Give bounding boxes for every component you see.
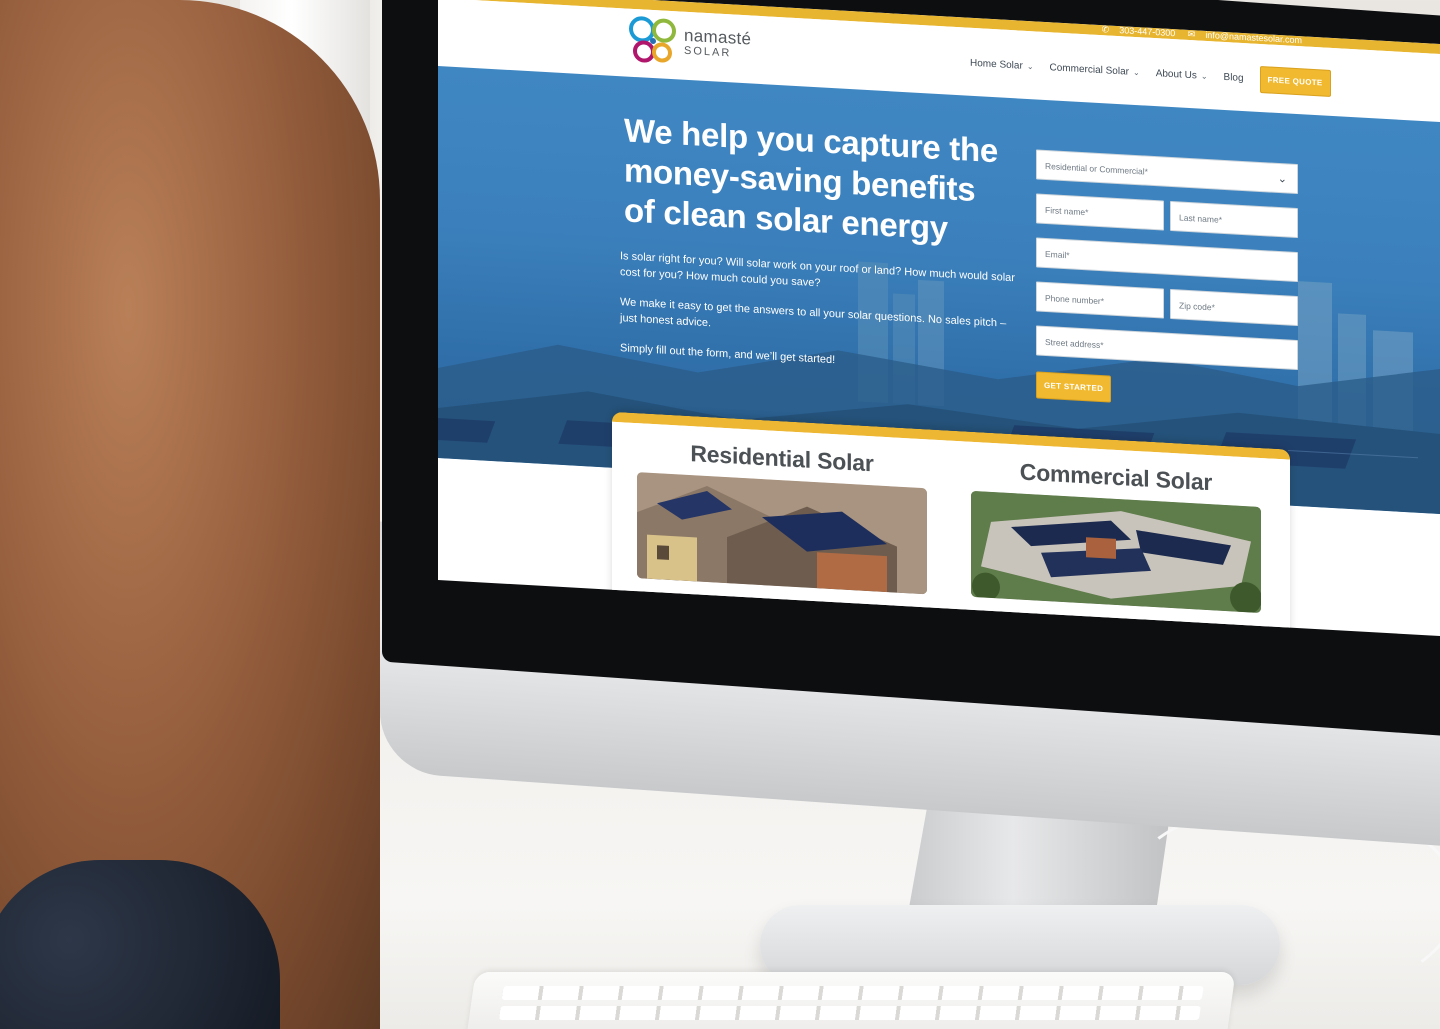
nav-label: Blog (1223, 71, 1244, 84)
envelope-icon: ✉ (1187, 28, 1196, 40)
logo-butterfly-icon (629, 16, 676, 63)
quote-form: Residential or Commercial* ⌄ First name*… (1036, 149, 1298, 403)
nav-label: Commercial Solar (1049, 61, 1129, 78)
customer-type-select[interactable]: Residential or Commercial* ⌄ (1036, 149, 1298, 195)
first-name-field[interactable]: First name* (1036, 193, 1164, 231)
chevron-down-icon: ⌄ (1132, 67, 1140, 77)
logo-subtext: SOLAR (684, 44, 732, 60)
chevron-down-icon: ⌄ (1026, 61, 1034, 71)
keyboard-row (501, 986, 1204, 1000)
commercial-photo-art (971, 490, 1261, 614)
keyboard (464, 972, 1236, 1029)
residential-solar-card[interactable]: Residential Solar (632, 437, 932, 595)
hero-title: We help you capture the money-saving ben… (624, 111, 998, 247)
residential-rooftop-photo (637, 472, 927, 595)
free-quote-button[interactable]: FREE QUOTE (1259, 65, 1331, 97)
main-nav: Home Solar ⌄ Commercial Solar ⌄ About Us ⌄ … (970, 48, 1331, 98)
select-placeholder: Residential or Commercial* (1045, 160, 1148, 177)
nav-home-solar[interactable]: Home Solar ⌄ (970, 57, 1034, 72)
phone-icon: ✆ (1101, 24, 1110, 35)
get-started-button[interactable]: GET STARTED (1036, 371, 1112, 403)
nav-label: About Us (1155, 67, 1197, 81)
site-logo[interactable]: namasté SOLAR (628, 15, 768, 75)
nav-about-us[interactable]: About Us ⌄ (1156, 68, 1208, 82)
commercial-solar-card[interactable]: Commercial Solar (966, 456, 1266, 614)
chevron-down-icon: ⌄ (1200, 71, 1208, 81)
nav-label: Home Solar (970, 57, 1023, 72)
residential-photo-art (637, 472, 927, 595)
chevron-down-icon: ⌄ (1277, 172, 1287, 186)
website-screen: ✆ 303-447-0300 ✉ info@namastesolar.com nam… (438, 0, 1440, 637)
last-name-field[interactable]: Last name* (1170, 200, 1298, 239)
nav-commercial-solar[interactable]: Commercial Solar ⌄ (1050, 62, 1140, 78)
keyboard-row (498, 1006, 1201, 1020)
nav-blog[interactable]: Blog (1224, 71, 1244, 83)
commercial-rooftop-photo (971, 490, 1261, 614)
